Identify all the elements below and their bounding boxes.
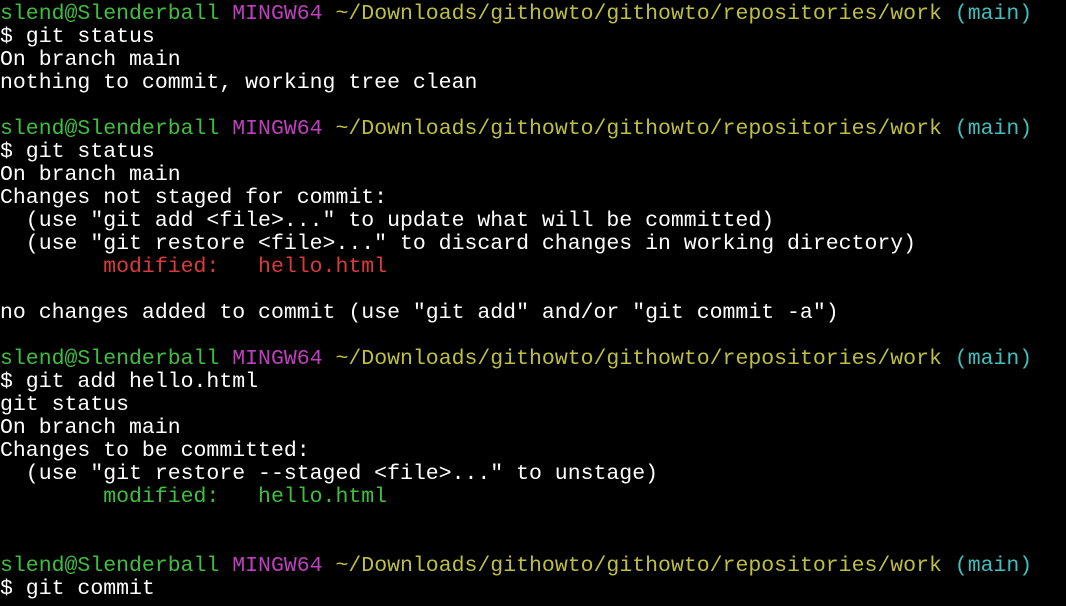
prompt-branch: (main) <box>954 554 1033 578</box>
prompt-line: slend@Slenderball MINGW64 ~/Downloads/gi… <box>0 555 1066 578</box>
hint-line: (use "git restore --staged <file>..." to… <box>0 462 659 486</box>
prompt-shell: MINGW64 <box>232 347 323 371</box>
output-line: no changes added to commit (use "git add… <box>0 301 839 325</box>
command-line: git status <box>0 393 130 417</box>
prompt-shell: MINGW64 <box>232 2 323 26</box>
output-line: On branch main <box>0 163 181 187</box>
prompt-branch: (main) <box>954 347 1033 371</box>
prompt-path: ~/Downloads/githowto/githowto/repositori… <box>335 554 942 578</box>
prompt-user-host: slend@Slenderball <box>0 2 220 26</box>
prompt-line: slend@Slenderball MINGW64 ~/Downloads/gi… <box>0 118 1066 141</box>
prompt-path: ~/Downloads/githowto/githowto/repositori… <box>335 2 942 26</box>
command-line: $ git add hello.html <box>0 370 259 394</box>
hint-line: (use "git add <file>..." to update what … <box>0 209 775 233</box>
terminal-window[interactable]: slend@Slenderball MINGW64 ~/Downloads/gi… <box>0 0 1066 606</box>
prompt-shell: MINGW64 <box>232 554 323 578</box>
output-line: Changes to be committed: <box>0 439 310 463</box>
prompt-branch: (main) <box>954 2 1033 26</box>
prompt-user-host: slend@Slenderball <box>0 117 220 141</box>
prompt-branch: (main) <box>954 117 1033 141</box>
command-line: $ git status <box>0 25 155 49</box>
modified-label: modified: <box>0 485 259 509</box>
modified-line: modified: hello.html <box>0 256 1066 279</box>
prompt-user-host: slend@Slenderball <box>0 347 220 371</box>
prompt-path: ~/Downloads/githowto/githowto/repositori… <box>335 347 942 371</box>
modified-label: modified: <box>0 255 259 279</box>
hint-line: (use "git restore <file>..." to discard … <box>0 232 917 256</box>
output-line: Changes not staged for commit: <box>0 186 388 210</box>
output-line: On branch main <box>0 416 181 440</box>
prompt-line: slend@Slenderball MINGW64 ~/Downloads/gi… <box>0 348 1066 371</box>
prompt-user-host: slend@Slenderball <box>0 554 220 578</box>
modified-file: hello.html <box>258 485 388 509</box>
command-line[interactable]: $ git commit <box>0 578 1066 601</box>
command-line: $ git status <box>0 140 155 164</box>
output-line: nothing to commit, working tree clean <box>0 71 478 95</box>
prompt-line: slend@Slenderball MINGW64 ~/Downloads/gi… <box>0 3 1066 26</box>
prompt-path: ~/Downloads/githowto/githowto/repositori… <box>335 117 942 141</box>
output-line: On branch main <box>0 48 181 72</box>
prompt-shell: MINGW64 <box>232 117 323 141</box>
modified-file: hello.html <box>258 255 388 279</box>
modified-line: modified: hello.html <box>0 486 1066 509</box>
